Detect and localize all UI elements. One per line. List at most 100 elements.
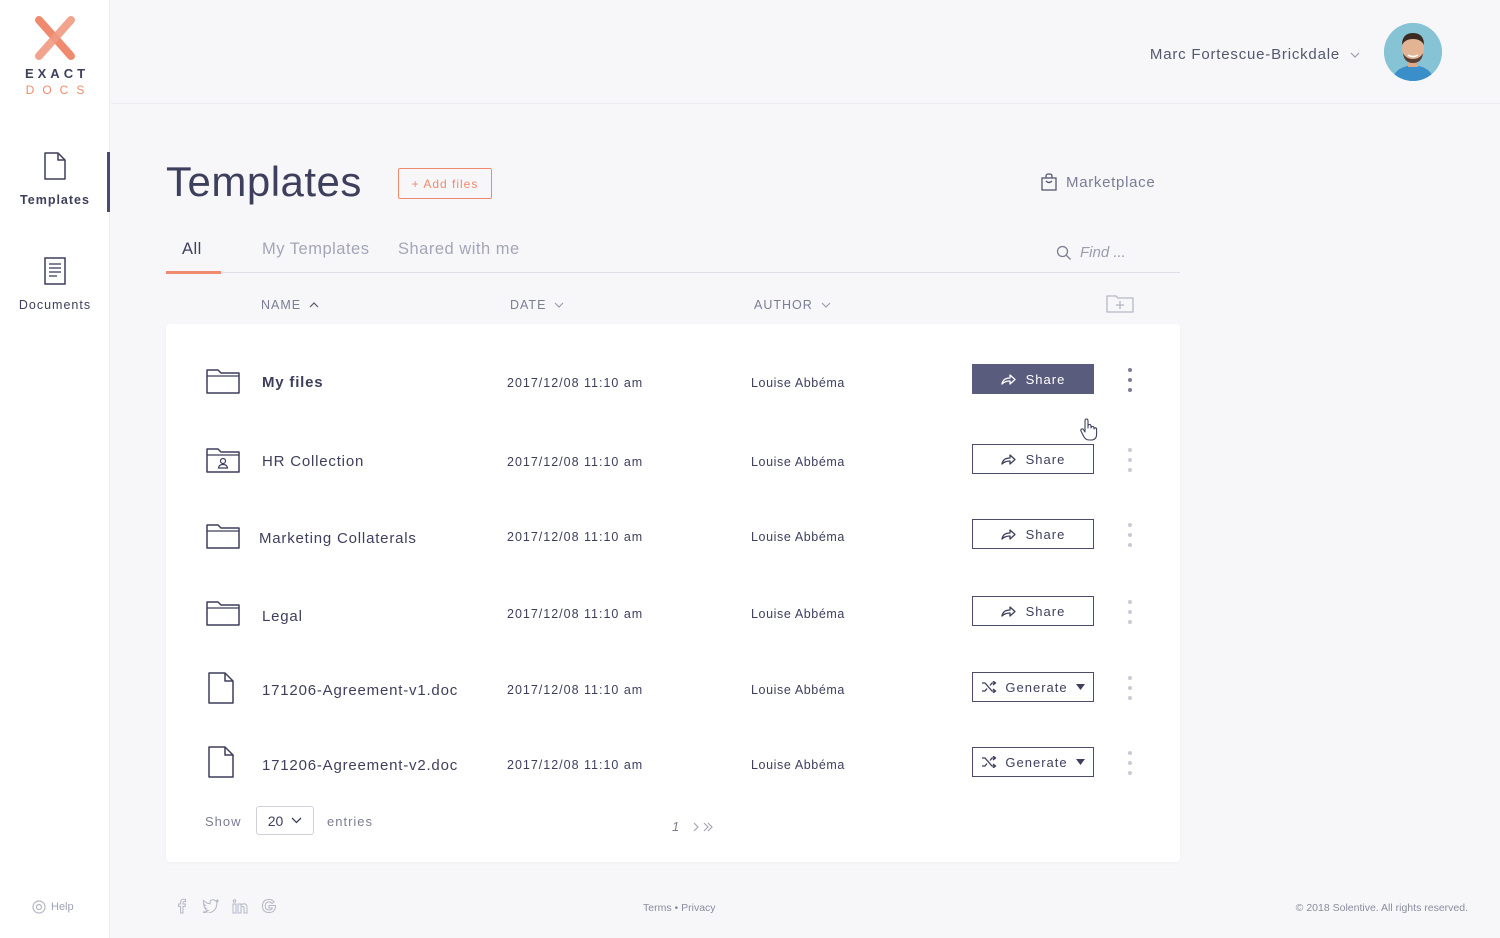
chevron-down-icon [291,817,302,824]
logo-text-exact: EXACT [24,66,90,81]
row-author: Louise Abbéma [751,683,845,697]
share-button[interactable]: Share [972,364,1094,394]
double-chevron-right-icon [703,822,714,831]
user-menu[interactable]: Marc Fortescue-Brickdale [1150,46,1360,63]
twitter-icon[interactable] [202,899,219,913]
page-size-select[interactable]: 20 [256,806,314,835]
avatar[interactable] [1384,23,1442,81]
row-name[interactable]: HR Collection [262,453,364,470]
generate-button-label: Generate [1005,679,1068,695]
row-date: 2017/12/08 11:10 am [507,607,644,621]
table-row[interactable]: HR Collection 2017/12/08 11:10 am Louise… [166,431,1180,491]
search-input[interactable] [1080,244,1170,261]
help-link[interactable]: Help [32,900,74,914]
chevron-down-icon [821,302,831,308]
caret-down-icon [1075,759,1085,765]
table-row[interactable]: Marketing Collaterals 2017/12/08 11:10 a… [166,507,1180,567]
row-author: Louise Abbéma [751,607,845,621]
facebook-icon[interactable] [175,898,189,914]
share-button-label: Share [1025,603,1066,619]
column-header-date-label: DATE [510,298,547,312]
logo-x-icon [35,16,75,60]
sidebar-item-label: Templates [20,193,90,207]
row-name[interactable]: Legal [262,608,303,625]
shopping-bag-icon [1041,173,1057,191]
page-number[interactable]: 1 [672,819,679,834]
sidebar-item-templates[interactable]: Templates [0,152,110,212]
row-more-menu[interactable] [1124,751,1136,775]
share-button[interactable]: Share [972,519,1094,549]
row-more-menu[interactable] [1124,448,1136,472]
row-name[interactable]: 171206-Agreement-v2.doc [262,757,458,774]
row-more-menu[interactable] [1124,600,1136,624]
table-row[interactable]: My files 2017/12/08 11:10 am Louise Abbé… [166,352,1180,441]
templates-list: My files 2017/12/08 11:10 am Louise Abbé… [166,324,1180,862]
row-author: Louise Abbéma [751,455,845,469]
sidebar: EXACT DOCS Templates Documents Help [0,0,110,938]
row-more-menu[interactable] [1124,676,1136,700]
share-button-label: Share [1025,371,1066,387]
legal-links: Terms • Privacy [643,902,716,914]
privacy-link[interactable]: Privacy [681,902,715,914]
help-label: Help [51,901,74,913]
column-header-name[interactable]: NAME [261,298,319,312]
new-folder-button[interactable] [1106,293,1134,318]
file-icon [44,152,66,180]
generate-button[interactable]: Generate [972,747,1094,777]
logo-text-docs: DOCS [25,83,93,97]
share-icon [1000,454,1016,465]
row-author: Louise Abbéma [751,758,845,772]
marketplace-link[interactable]: Marketplace [1040,173,1155,191]
column-header-author[interactable]: AUTHOR [754,298,831,312]
search-icon [1056,245,1071,260]
google-icon[interactable] [261,898,277,914]
show-label: Show [205,814,242,829]
pagination: 1 [672,819,714,834]
linkedin-icon[interactable] [232,898,248,914]
row-more-menu[interactable] [1124,523,1136,547]
row-name[interactable]: 171206-Agreement-v1.doc [262,682,458,699]
row-author: Louise Abbéma [751,376,845,390]
generate-button-label: Generate [1005,754,1068,770]
tab-my-templates[interactable]: My Templates [262,240,369,259]
column-header-date[interactable]: DATE [510,298,564,312]
table-row[interactable]: 171206-Agreement-v1.doc 2017/12/08 11:10… [166,660,1180,720]
table-row[interactable]: 171206-Agreement-v2.doc 2017/12/08 11:10… [166,735,1180,795]
social-links [175,898,277,914]
generate-button[interactable]: Generate [972,672,1094,702]
page-title: Templates [166,158,362,205]
add-folder-icon [1106,295,1134,313]
share-icon [1000,529,1016,540]
share-button[interactable]: Share [972,596,1094,626]
row-name[interactable]: Marketing Collaterals [259,530,417,547]
sidebar-item-label: Documents [18,298,92,312]
shuffle-icon [982,681,997,693]
logo[interactable]: EXACT DOCS [0,14,110,97]
legal-separator: • [674,902,679,914]
row-date: 2017/12/08 11:10 am [507,455,644,469]
entries-label: entries [327,814,374,829]
add-files-button[interactable]: + Add files [398,168,492,199]
pagination-next[interactable] [693,822,714,832]
chevron-down-icon [1350,52,1360,58]
file-icon [208,672,234,704]
top-header: Marc Fortescue-Brickdale [111,0,1500,104]
table-row[interactable]: Legal 2017/12/08 11:10 am Louise Abbéma … [166,584,1180,644]
page-size-value: 20 [267,812,284,829]
caret-down-icon [1075,684,1085,690]
terms-link[interactable]: Terms [643,902,672,914]
search-box [1056,244,1170,261]
row-name[interactable]: My files [262,374,323,391]
sidebar-item-documents[interactable]: Documents [0,257,110,312]
row-date: 2017/12/08 11:10 am [507,530,644,544]
column-header-author-label: AUTHOR [754,298,813,312]
share-button[interactable]: Share [972,444,1094,474]
row-more-menu[interactable] [1124,368,1136,392]
marketplace-label: Marketplace [1066,173,1156,191]
tab-shared-with-me[interactable]: Shared with me [398,240,520,259]
row-date: 2017/12/08 11:10 am [507,758,644,772]
chevron-right-icon [693,822,700,831]
tab-all[interactable]: All [182,240,202,259]
folder-icon [206,369,240,394]
active-tab-indicator [166,271,221,274]
